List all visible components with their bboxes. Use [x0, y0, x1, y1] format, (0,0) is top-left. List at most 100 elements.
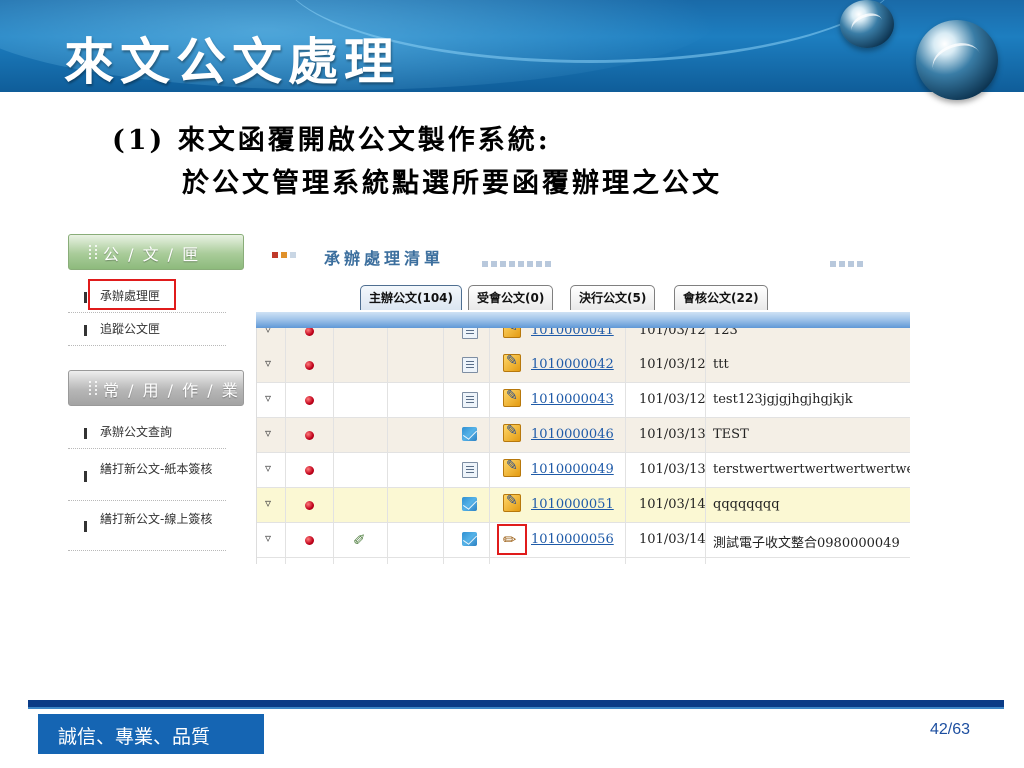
doc-date: 101/03/12	[639, 328, 706, 338]
tab-received-docs[interactable]: 受會公文(0)	[468, 285, 554, 310]
column-divider	[333, 328, 334, 564]
subtitle-line-1: (1) 來文函覆開啟公文製作系統:	[112, 125, 551, 156]
doc-subject: ttt	[713, 357, 729, 372]
status-dot-icon	[305, 431, 314, 440]
status-dot-icon	[305, 501, 314, 510]
table-row[interactable]: ▿ ✎ 1010000042 101/03/12 ttt	[257, 348, 910, 383]
sidebar-item-label: 追蹤公文匣	[100, 322, 161, 336]
tab-bar: 主辦公文(104) 受會公文(0) 決行公文(5) 會核公文(22)	[256, 282, 910, 313]
tab-decision-docs[interactable]: 決行公文(5)	[570, 285, 656, 310]
doc-subject: test123jgjgjhgjhgjkjk	[713, 392, 853, 407]
mail-icon[interactable]	[462, 497, 477, 511]
slide-title: 來文公文處理	[64, 32, 400, 91]
highlight-box	[88, 279, 176, 310]
doc-date: 101/03/12	[639, 357, 706, 372]
flag-icon[interactable]: ▿	[265, 426, 271, 440]
grip-icon	[89, 245, 97, 259]
doc-number-link[interactable]: 1010000056	[531, 532, 614, 547]
embedded-screenshot: 公 / 文 / 匣 承辦處理匣 追蹤公文匣 常 / 用 / 作 / 業 承辦公文…	[68, 232, 910, 564]
column-divider	[625, 328, 626, 564]
bullet-bar	[84, 471, 87, 482]
flag-icon[interactable]: ▿	[265, 461, 271, 475]
flag-icon[interactable]: ▿	[265, 356, 271, 370]
sidebar-item-doc-query[interactable]: 承辦公文查詢	[68, 416, 226, 449]
bullet-bar	[84, 325, 87, 336]
sidebar-item-label: 繕打新公文-紙本簽核	[100, 462, 213, 476]
flag-icon[interactable]: ▿	[265, 496, 271, 510]
footer-rule	[28, 700, 1004, 709]
panel-header-label: 常 / 用 / 作 / 業	[103, 381, 240, 400]
title-dots	[482, 252, 554, 267]
edit-icon[interactable]: ✎	[503, 458, 521, 477]
flag-icon[interactable]: ▿	[265, 328, 271, 336]
doc-subject: TEST	[713, 427, 749, 442]
edit-icon[interactable]: ✎	[503, 493, 521, 512]
doc-number-link[interactable]: 1010000049	[531, 462, 614, 477]
doc-subject: qqqqqqqq	[713, 497, 780, 512]
doc-subject: 123	[713, 328, 738, 338]
tab-review-docs[interactable]: 會核公文(22)	[674, 285, 768, 310]
tab-main-docs[interactable]: 主辦公文(104)	[360, 285, 463, 310]
flag-icon[interactable]: ▿	[265, 531, 271, 545]
highlight-box	[497, 524, 527, 555]
panel-header-inbox[interactable]: 公 / 文 / 匣	[68, 234, 244, 270]
doc-icon[interactable]	[462, 328, 478, 339]
doc-date: 101/03/12	[639, 392, 706, 407]
panel-header-label: 公 / 文 / 匣	[103, 245, 201, 264]
panel-header-common-tasks[interactable]: 常 / 用 / 作 / 業	[68, 370, 244, 406]
doc-icon[interactable]	[462, 357, 478, 373]
paperclip-icon[interactable]: ✐	[353, 531, 366, 549]
title-square-icon	[281, 252, 287, 258]
doc-number-link[interactable]: 1010000051	[531, 497, 614, 512]
main-area: 承辦處理清單 主辦公文(104) 受會公文(0) 決行公文(5) 會核公文(22…	[256, 232, 910, 564]
bullet-bar	[84, 428, 87, 439]
flag-icon[interactable]: ▿	[265, 391, 271, 405]
footer-motto: 誠信、專業、品質	[58, 726, 211, 748]
table-row[interactable]: ▿ ✎ 1010000041 101/03/12 123	[257, 328, 910, 349]
edit-icon[interactable]: ✎	[503, 423, 521, 442]
sidebar-item-new-online-doc[interactable]: 繕打新公文-線上簽核	[68, 502, 226, 551]
bullet-bar	[84, 292, 87, 303]
subtitle-line-2: 於公文管理系統點選所要函覆辦理之公文	[182, 168, 722, 199]
doc-icon[interactable]	[462, 392, 478, 408]
status-dot-icon	[305, 328, 314, 336]
doc-number-link[interactable]: 1010000043	[531, 392, 614, 407]
table-row[interactable]: ▿ ✎ 1010000051 101/03/14 qqqqqqqq	[257, 488, 910, 523]
mail-icon[interactable]	[462, 427, 477, 441]
edit-icon[interactable]: ✎	[503, 388, 521, 407]
sidebar-item-new-paper-doc[interactable]: 繕打新公文-紙本簽核	[68, 452, 226, 501]
doc-date: 101/03/14	[639, 532, 706, 547]
mail-icon[interactable]	[462, 532, 477, 546]
bullet-bar	[84, 521, 87, 532]
footer-motto-box: 誠信、專業、品質	[38, 714, 264, 754]
list-title: 承辦處理清單	[324, 249, 445, 268]
doc-number-link[interactable]: 1010000041	[531, 328, 614, 338]
globe-icon-small	[840, 0, 894, 48]
table-row[interactable]: ▿ ✎ 1010000046 101/03/13 TEST	[257, 418, 910, 453]
doc-number-link[interactable]: 1010000046	[531, 427, 614, 442]
globe-icon-large	[916, 20, 998, 100]
column-divider	[443, 328, 444, 564]
edit-icon[interactable]: ✎	[503, 328, 521, 338]
edit-icon[interactable]: ✎	[503, 353, 521, 372]
doc-subject: terstwertwertwertwertwertwet	[713, 462, 910, 477]
table-row[interactable]: ▿ ✎ 1010000049 101/03/13 terstwertwertwe…	[257, 453, 910, 488]
left-panel: 公 / 文 / 匣 承辦處理匣 追蹤公文匣 常 / 用 / 作 / 業 承辦公文…	[68, 232, 244, 564]
status-dot-icon	[305, 536, 314, 545]
grip-icon	[89, 381, 97, 395]
sidebar-item-tracking-box[interactable]: 追蹤公文匣	[68, 313, 226, 346]
doc-number-link[interactable]: 1010000042	[531, 357, 614, 372]
doc-icon[interactable]	[462, 462, 478, 478]
status-dot-icon	[305, 361, 314, 370]
title-dots-right	[830, 252, 866, 267]
doc-date: 101/03/13	[639, 462, 706, 477]
table-row[interactable]: ▿ ✎ 1010000043 101/03/12 test123jgjgjhgj…	[257, 383, 910, 418]
column-divider	[387, 328, 388, 564]
column-divider	[705, 328, 706, 564]
table-row[interactable]: ▿ ✐ ✏ 1010000056 101/03/14 測試電子收文整合09800…	[257, 523, 910, 558]
column-divider	[489, 328, 490, 564]
sidebar-item-label: 承辦公文查詢	[100, 425, 173, 439]
doc-subject: 測試電子收文整合0980000049	[713, 536, 900, 551]
status-dot-icon	[305, 466, 314, 475]
page-number: 42/63	[930, 721, 971, 738]
